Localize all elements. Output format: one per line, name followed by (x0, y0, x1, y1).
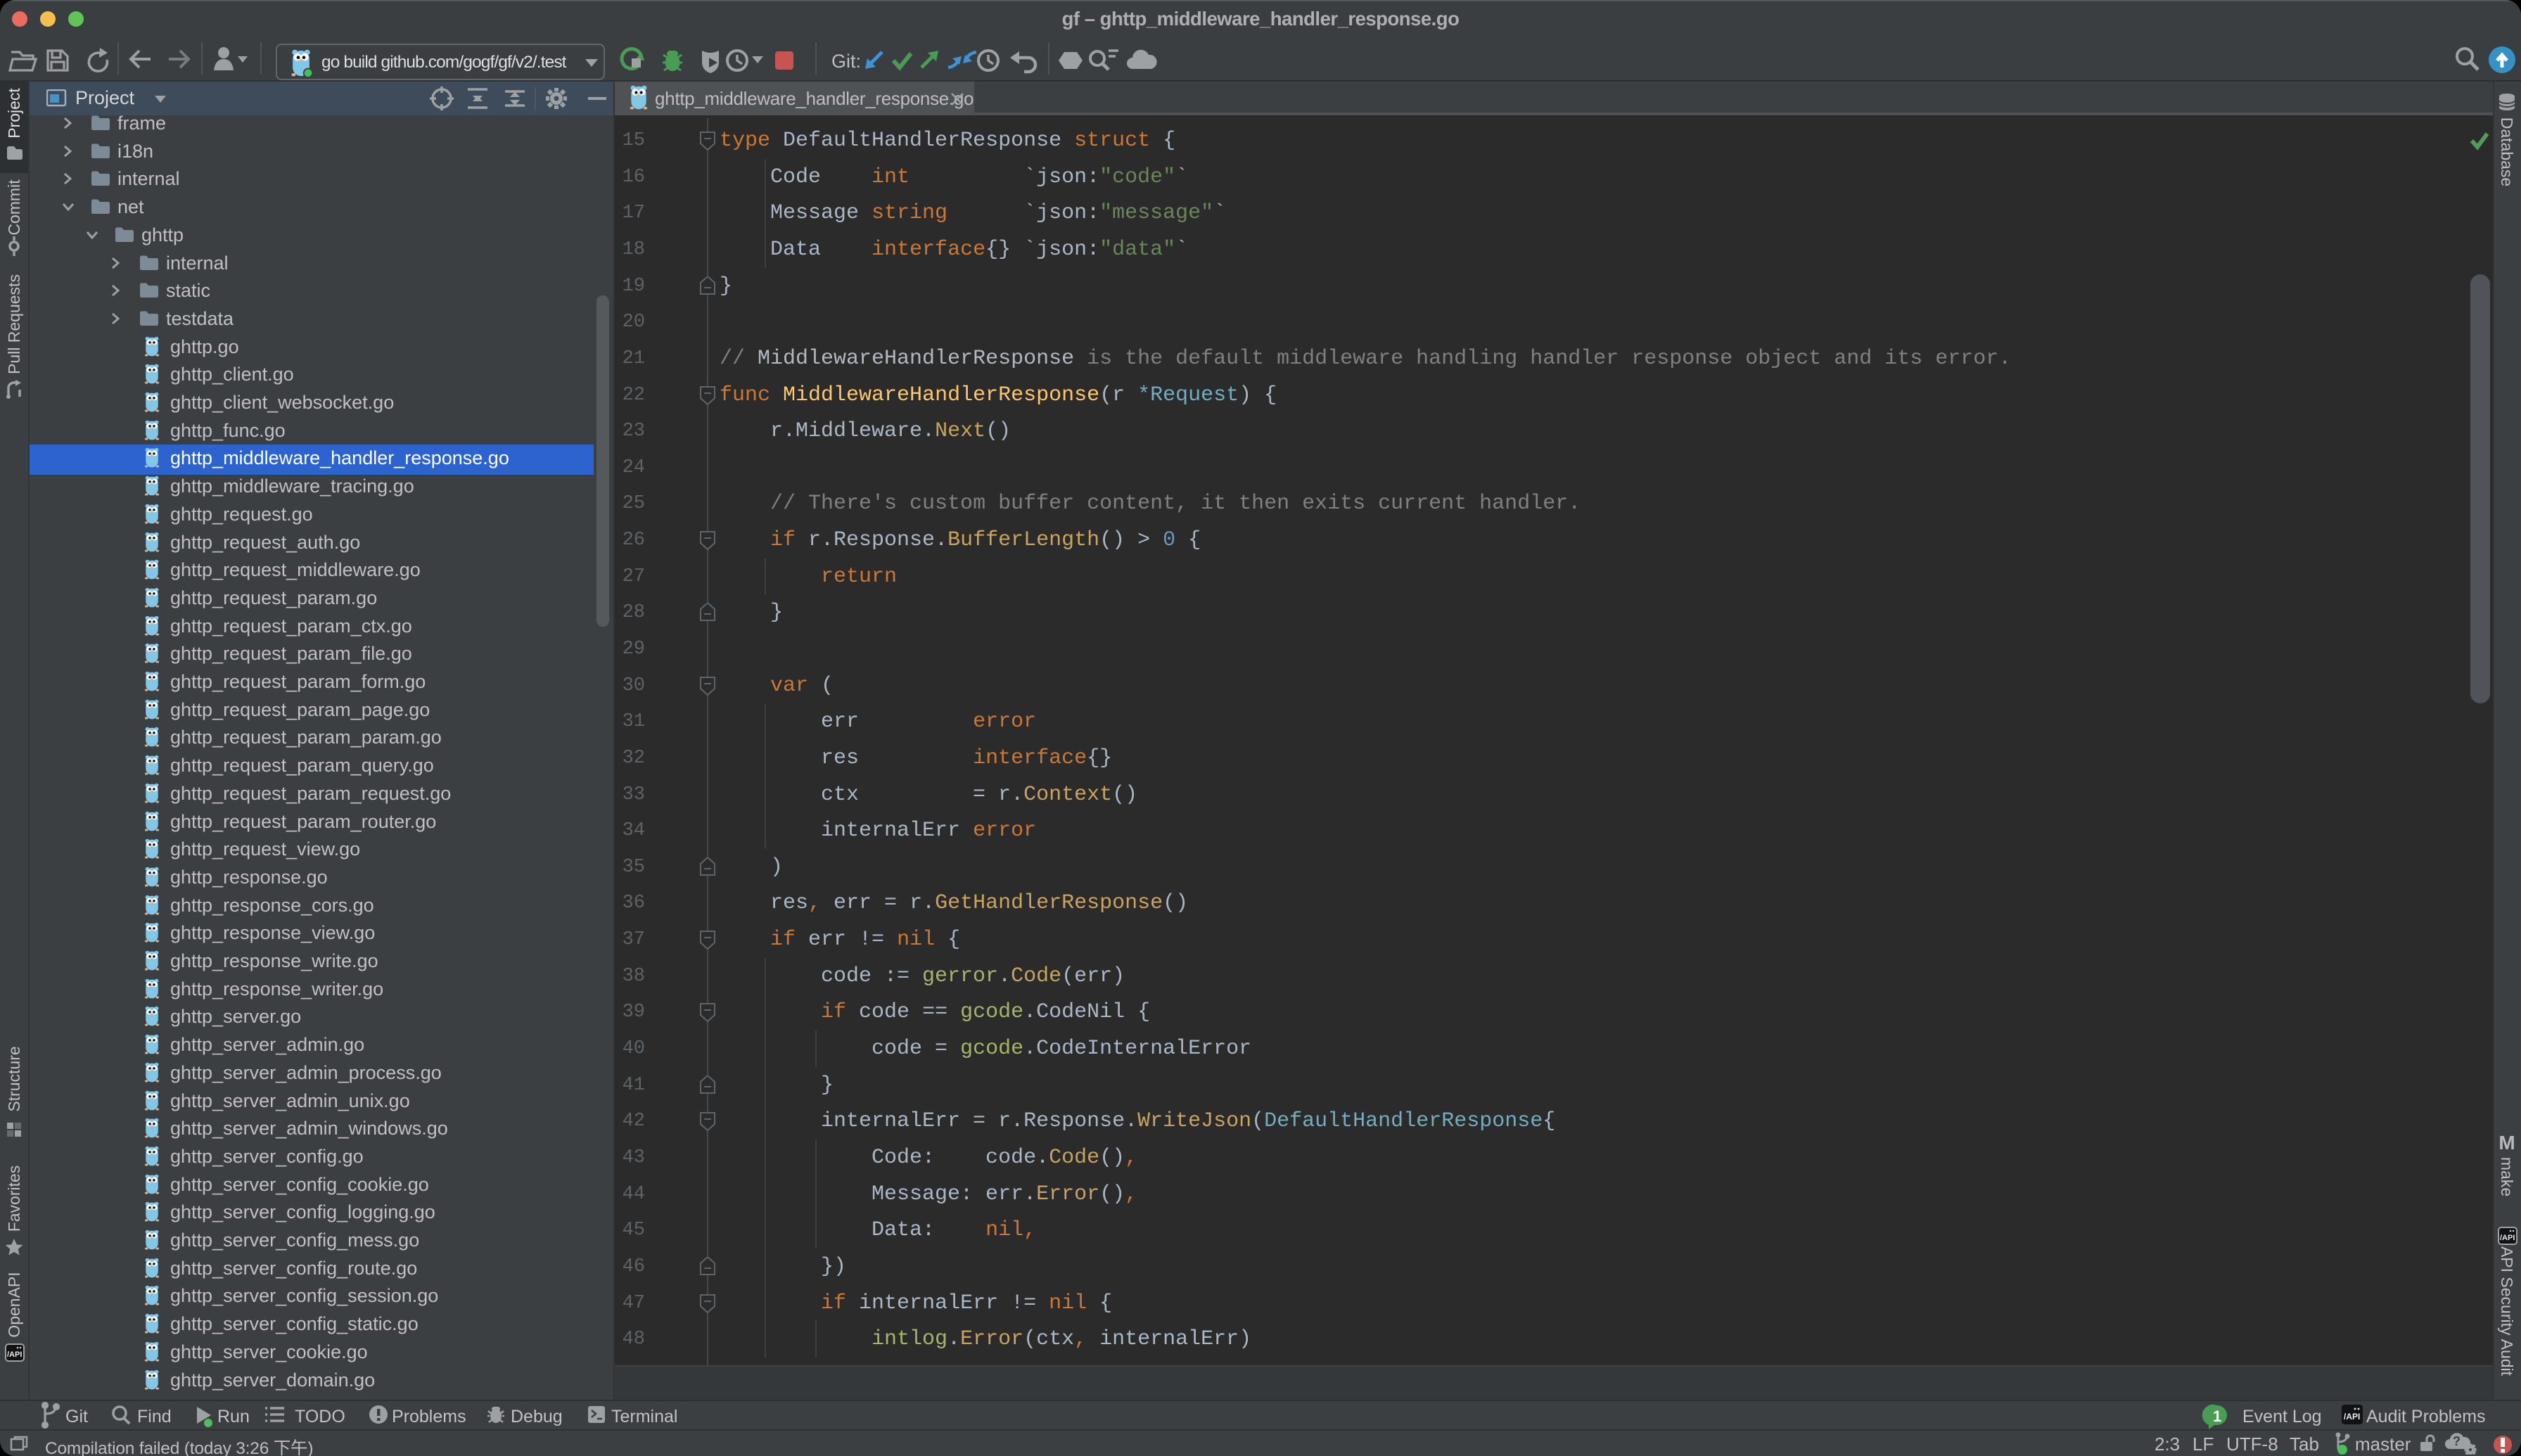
svg-text:Event Log: Event Log (2242, 1407, 2322, 1426)
svg-text:Find: Find (137, 1407, 172, 1426)
svg-text:?: ? (2453, 1434, 2461, 1448)
svg-text:Audit Problems: Audit Problems (2366, 1407, 2486, 1426)
svg-text:1: 1 (2213, 1407, 2221, 1425)
svg-text:Problems: Problems (392, 1407, 466, 1426)
svg-text:TODO: TODO (295, 1407, 345, 1426)
svg-text:Git:: Git: (831, 51, 861, 72)
svg-text:/API: /API (2344, 1412, 2360, 1422)
svg-text:Terminal: Terminal (611, 1407, 677, 1426)
svg-text:Run: Run (217, 1407, 250, 1426)
svg-text:Debug: Debug (511, 1407, 563, 1426)
svg-text:/API: /API (7, 1350, 22, 1359)
svg-text:Git: Git (65, 1407, 88, 1426)
